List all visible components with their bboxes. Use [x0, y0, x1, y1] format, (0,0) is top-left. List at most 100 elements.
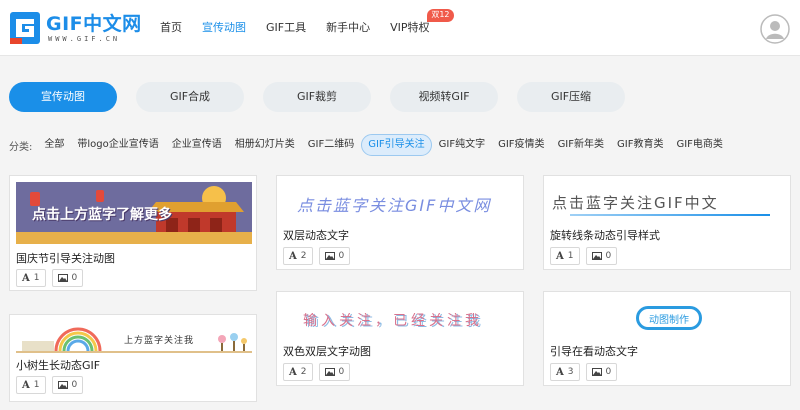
logo-mark-icon [10, 12, 40, 44]
text-icon: A [289, 250, 297, 262]
thumbnail-caption: 点击上方蓝字了解更多 [32, 207, 172, 223]
text-icon: A [289, 366, 297, 378]
filter-qrcode[interactable]: GIF二维码 [302, 134, 360, 156]
filter-label: 分类: [9, 141, 33, 153]
template-thumbnail: 点击蓝字关注GIF中文网 [283, 182, 519, 222]
text-layer-count: A3 [550, 363, 580, 381]
image-count-value: 0 [605, 251, 612, 261]
text-icon: A [556, 366, 564, 378]
filter-epidemic[interactable]: GIF疫情类 [492, 134, 550, 156]
tool-category-tabs: 宣传动图 GIF合成 GIF裁剪 视频转GIF GIF压缩 [9, 82, 644, 112]
text-icon: A [556, 250, 564, 262]
tab-gif-crop[interactable]: GIF裁剪 [263, 82, 371, 112]
template-thumbnail: 点击蓝字关注GIF中文 [550, 182, 786, 222]
image-icon [591, 252, 602, 260]
template-meta: A3 0 [550, 363, 623, 381]
template-thumbnail: 点击上方蓝字了解更多 [16, 182, 252, 244]
text-icon: A [22, 272, 30, 284]
logo-text: GIF中文网 [46, 13, 142, 35]
template-thumbnail: 动图制作 [550, 298, 786, 338]
nav-gif-tools[interactable]: GIF工具 [266, 0, 306, 56]
template-title: 双层动态文字 [283, 229, 349, 242]
text-layer-count: A1 [550, 247, 580, 265]
nav-vip-label: VIP特权 [390, 21, 430, 34]
template-card[interactable]: 点击蓝字关注GIF中文 旋转线条动态引导样式 A1 0 [543, 175, 791, 270]
template-card[interactable]: 点击蓝字关注GIF中文网 双层动态文字 A2 0 [276, 175, 524, 270]
template-title: 旋转线条动态引导样式 [550, 229, 660, 242]
nav-home[interactable]: 首页 [160, 0, 182, 56]
nav-beginner-center[interactable]: 新手中心 [326, 0, 370, 56]
image-count-value: 0 [338, 367, 345, 377]
filter-ecommerce[interactable]: GIF电商类 [670, 134, 728, 156]
image-icon [324, 252, 335, 260]
template-title: 国庆节引导关注动图 [16, 252, 115, 265]
image-count-value: 0 [71, 273, 78, 283]
image-layer-count: 0 [318, 247, 351, 265]
template-title: 双色双层文字动图 [283, 345, 371, 358]
template-thumbnail: 上方蓝字关注我 [16, 321, 252, 355]
template-meta: A2 0 [283, 247, 356, 265]
template-card[interactable]: 动图制作 引导在看动态文字 A3 0 [543, 291, 791, 386]
thumbnail-caption: 输入关注，已经关注我 [303, 313, 483, 329]
text-icon: A [22, 379, 30, 391]
image-layer-count: 0 [585, 247, 618, 265]
filter-slideshow[interactable]: 相册幻灯片类 [229, 134, 301, 156]
filter-slogan[interactable]: 企业宣传语 [166, 134, 228, 156]
image-count-value: 0 [605, 367, 612, 377]
text-layer-count: A2 [283, 363, 313, 381]
template-title: 小树生长动态GIF [16, 359, 101, 372]
thumbnail-caption: 点击蓝字关注GIF中文 [552, 194, 719, 212]
image-count-value: 0 [338, 251, 345, 261]
image-icon [591, 368, 602, 376]
site-logo[interactable]: GIF中文网 WWW.GIF.CN [10, 9, 142, 49]
image-layer-count: 0 [318, 363, 351, 381]
template-thumbnail: 输入关注，已经关注我 [283, 298, 519, 338]
tab-gif-compress[interactable]: GIF压缩 [517, 82, 625, 112]
text-count-value: 1 [33, 380, 40, 390]
filter-follow-guide[interactable]: GIF引导关注 [361, 134, 432, 156]
template-meta: A1 0 [550, 247, 623, 265]
text-count-value: 2 [300, 367, 307, 377]
template-meta: A1 0 [16, 269, 89, 287]
underline-decoration [570, 214, 770, 216]
text-layer-count: A1 [16, 376, 46, 394]
tab-video-to-gif[interactable]: 视频转GIF [390, 82, 498, 112]
template-card[interactable]: 输入关注，已经关注我 双色双层文字动图 A2 0 [276, 291, 524, 386]
image-layer-count: 0 [51, 376, 84, 394]
filter-bar: 分类: 全部 带logo企业宣传语 企业宣传语 相册幻灯片类 GIF二维码 GI… [9, 134, 730, 156]
template-title: 引导在看动态文字 [550, 345, 638, 358]
promo-badge: 双12 [427, 9, 454, 22]
main-nav: 首页 宣传动图 GIF工具 新手中心 VIP特权 双12 [160, 0, 454, 56]
logo-url: WWW.GIF.CN [48, 35, 121, 43]
text-layer-count: A1 [16, 269, 46, 287]
filter-text-only[interactable]: GIF纯文字 [433, 134, 491, 156]
thumbnail-caption: 点击蓝字关注GIF中文网 [297, 196, 492, 215]
thumbnail-caption: 上方蓝字关注我 [124, 336, 195, 346]
text-count-value: 1 [567, 251, 574, 261]
filter-education[interactable]: GIF教育类 [611, 134, 669, 156]
top-header: GIF中文网 WWW.GIF.CN 首页 宣传动图 GIF工具 新手中心 VIP… [0, 0, 800, 56]
text-count-value: 3 [567, 367, 574, 377]
image-count-value: 0 [71, 380, 78, 390]
tab-promo-gif[interactable]: 宣传动图 [9, 82, 117, 112]
thumbnail-caption: 动图制作 [649, 315, 689, 326]
filter-all[interactable]: 全部 [38, 134, 70, 156]
text-layer-count: A2 [283, 247, 313, 265]
text-count-value: 1 [33, 273, 40, 283]
filter-new-year[interactable]: GIF新年类 [552, 134, 610, 156]
template-card[interactable]: 点击上方蓝字了解更多 国庆节引导关注动图 A1 0 [9, 175, 257, 291]
text-count-value: 2 [300, 251, 307, 261]
nav-vip[interactable]: VIP特权 双12 [390, 0, 454, 56]
image-icon [57, 274, 68, 282]
user-avatar-icon[interactable] [760, 14, 790, 44]
tab-gif-merge[interactable]: GIF合成 [136, 82, 244, 112]
image-icon [57, 381, 68, 389]
image-layer-count: 0 [51, 269, 84, 287]
template-meta: A2 0 [283, 363, 356, 381]
image-layer-count: 0 [585, 363, 618, 381]
template-card[interactable]: 上方蓝字关注我 小树生长动态GIF A1 0 [9, 314, 257, 402]
image-icon [324, 368, 335, 376]
filter-logo-slogan[interactable]: 带logo企业宣传语 [71, 134, 164, 156]
nav-promo-gif[interactable]: 宣传动图 [202, 0, 246, 56]
template-meta: A1 0 [16, 376, 89, 394]
